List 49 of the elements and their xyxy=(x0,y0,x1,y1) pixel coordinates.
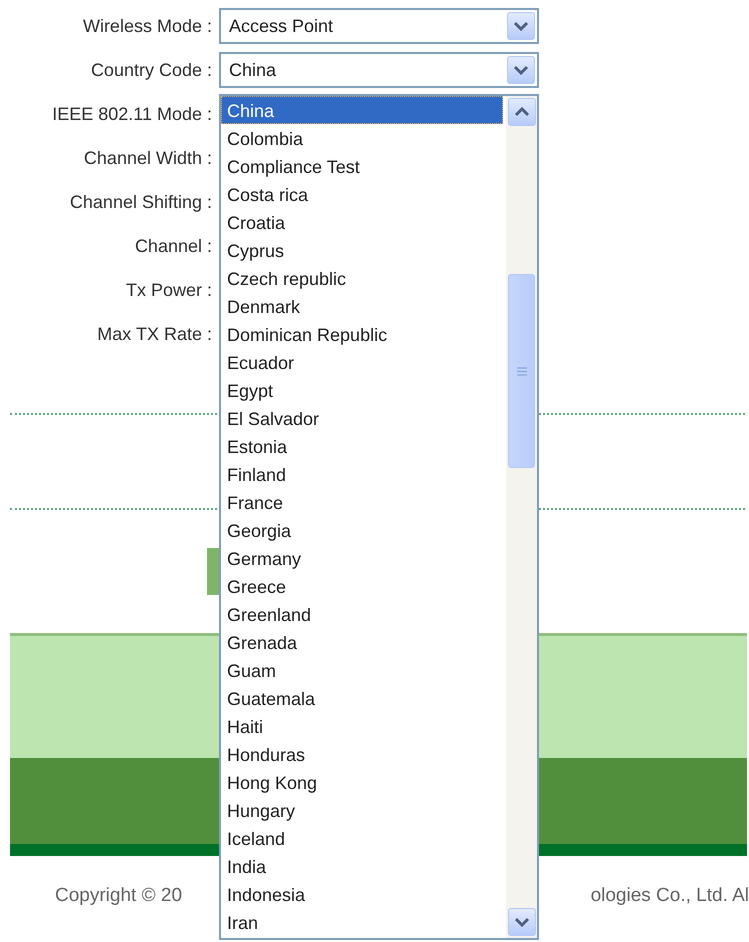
dropdown-option[interactable]: France xyxy=(221,488,503,516)
dropdown-option[interactable]: Guatemala xyxy=(221,684,503,712)
dropdown-option[interactable]: Guam xyxy=(221,656,503,684)
dropdown-option[interactable]: Hungary xyxy=(221,796,503,824)
dropdown-option[interactable]: Grenada xyxy=(221,628,503,656)
chevron-down-icon xyxy=(514,21,528,31)
field-label: Channel Shifting : xyxy=(70,191,212,214)
dropdown-option[interactable]: Compliance Test xyxy=(221,152,503,180)
dropdown-option[interactable]: Dominican Republic xyxy=(221,320,503,348)
field-label: IEEE 802.11 Mode : xyxy=(52,103,212,126)
field-label: Country Code : xyxy=(90,59,212,82)
dropdown-option[interactable]: Greece xyxy=(221,572,503,600)
field-label: Channel : xyxy=(134,235,212,258)
dropdown-option[interactable]: Croatia xyxy=(221,208,503,236)
chevron-down-icon xyxy=(514,917,528,927)
dropdown-option[interactable]: Iran xyxy=(221,908,503,936)
dropdown-option[interactable]: Haiti xyxy=(221,712,503,740)
dropdown-option[interactable]: Iceland xyxy=(221,824,503,852)
scrollbar[interactable] xyxy=(506,96,537,938)
field-label: Channel Width : xyxy=(84,147,212,170)
dropdown-option[interactable]: India xyxy=(221,852,503,880)
field-label: Wireless Mode : xyxy=(82,15,212,38)
grip-icon xyxy=(516,366,526,376)
button[interactable] xyxy=(207,548,219,595)
dropdown-option[interactable]: Colombia xyxy=(221,124,503,152)
dropdown-option[interactable]: Denmark xyxy=(221,292,503,320)
dropdown-option[interactable]: Hong Kong xyxy=(221,768,503,796)
field-label: Tx Power : xyxy=(126,279,212,302)
dropdown-option[interactable]: China xyxy=(221,96,503,124)
dropdown-option[interactable]: Georgia xyxy=(221,516,503,544)
dropdown-option[interactable]: Cyprus xyxy=(221,236,503,264)
copyright-text: Copyright © 20 xyxy=(55,885,182,907)
dropdown-option[interactable]: Honduras xyxy=(221,740,503,768)
dropdown-option[interactable]: Ecuador xyxy=(221,348,503,376)
field-label: Max TX Rate : xyxy=(97,323,212,346)
dropdown-option[interactable]: Germany xyxy=(221,544,503,572)
dropdown-option[interactable]: Indonesia xyxy=(221,880,503,908)
select-field[interactable]: China xyxy=(219,52,539,88)
chevron-down-icon xyxy=(514,65,528,75)
dropdown-option[interactable]: El Salvador xyxy=(221,404,503,432)
dropdown-option[interactable]: Egypt xyxy=(221,376,503,404)
dropdown-option[interactable]: Finland xyxy=(221,460,503,488)
dropdown-option[interactable]: Czech republic xyxy=(221,264,503,292)
dropdown-option[interactable]: Costa rica xyxy=(221,180,503,208)
select-field[interactable]: Access Point xyxy=(219,8,539,44)
copyright-text: ologies Co., Ltd. Al xyxy=(590,885,749,907)
chevron-up-icon xyxy=(514,107,528,117)
dropdown-option[interactable]: Estonia xyxy=(221,432,503,460)
dropdown-option[interactable]: Greenland xyxy=(221,600,503,628)
